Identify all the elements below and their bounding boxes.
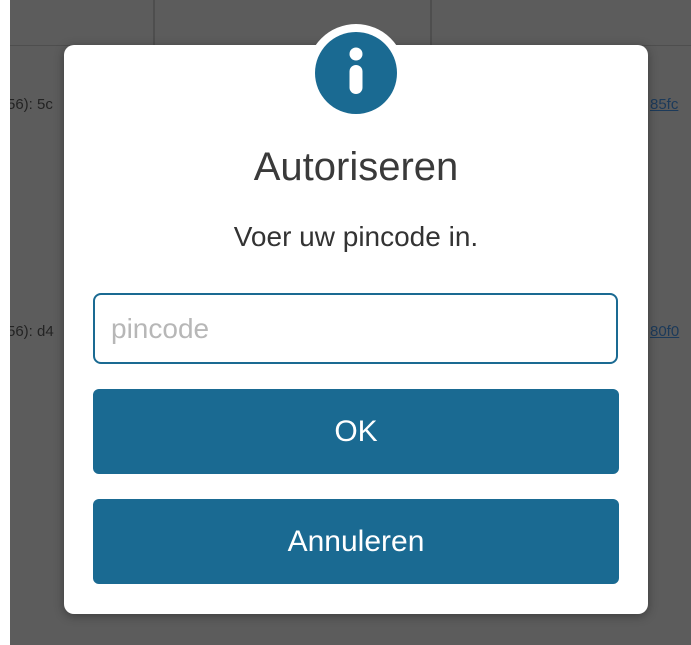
background-row-label: 56): 5c (10, 96, 53, 113)
background-row-link: 85fc (650, 96, 678, 113)
background-row-hash: 85fc (650, 96, 679, 113)
info-icon (315, 32, 397, 114)
dialog-message: Voer uw pincode in. (233, 221, 479, 252)
background-cell (10, 0, 155, 46)
dialog-title: Autoriseren (253, 145, 459, 189)
cancel-button[interactable]: Annuleren (93, 499, 619, 584)
ok-button[interactable]: OK (93, 389, 619, 474)
background-row-link: 80f0 (650, 323, 679, 340)
background-row-hash: 80f0 (650, 323, 680, 340)
background-row-text: 56): d4 (10, 323, 54, 340)
background-row-label: 56): d4 (10, 323, 54, 340)
background-row-text: 56): 5c (10, 96, 53, 113)
pincode-input[interactable] (93, 293, 618, 364)
background-cell (430, 0, 691, 46)
info-badge (307, 24, 405, 122)
